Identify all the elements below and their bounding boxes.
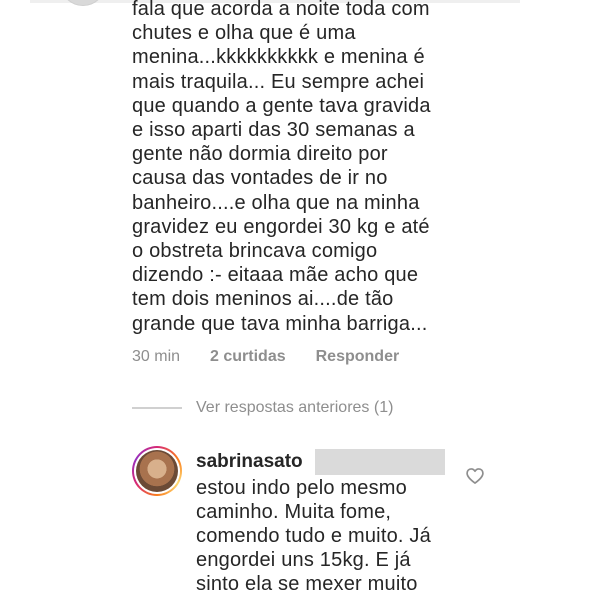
comment-likes-link[interactable]: 2 curtidas xyxy=(210,348,286,366)
reply-avatar-story-ring[interactable] xyxy=(132,446,182,496)
comment-text: fala que acorda a noite toda com chutes … xyxy=(132,0,431,335)
view-previous-replies-link[interactable]: Ver respostas anteriores (1) xyxy=(132,397,393,419)
comment-meta-row: 30 min 2 curtidas Responder xyxy=(132,346,399,368)
reply-text: estou indo pelo mesmo caminho. Muita fom… xyxy=(196,477,431,595)
reply-button[interactable]: Responder xyxy=(316,348,400,366)
redacted-text-block xyxy=(314,449,445,475)
avatar xyxy=(136,450,178,492)
reply-comment: sabrinasato estou indo pelo mesmo caminh… xyxy=(196,448,451,596)
comment-timestamp: 30 min xyxy=(132,348,181,365)
replies-divider-line xyxy=(132,407,182,409)
reply-username[interactable]: sabrinasato xyxy=(196,451,303,473)
view-previous-replies-label: Ver respostas anteriores (1) xyxy=(196,399,394,416)
reply-user-row: sabrinasato xyxy=(196,448,451,476)
heart-outline-icon[interactable] xyxy=(465,466,485,486)
